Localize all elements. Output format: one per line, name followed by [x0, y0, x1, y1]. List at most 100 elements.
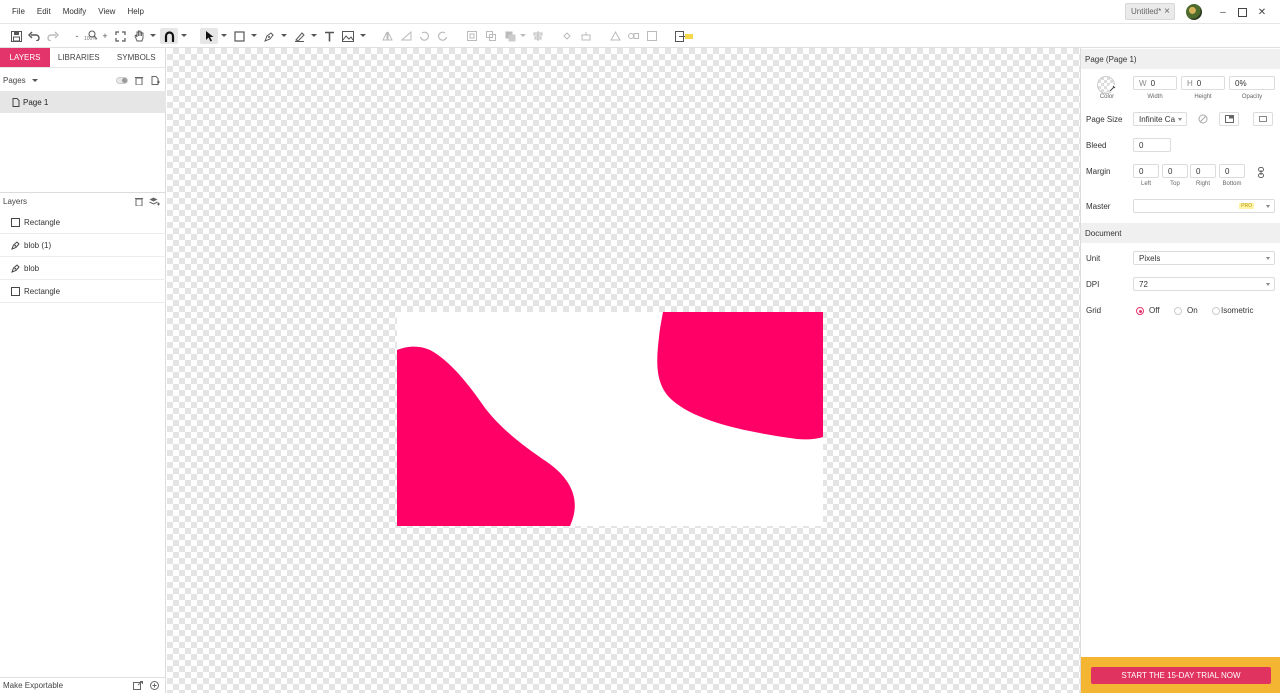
pointer-tool-icon[interactable]	[200, 28, 218, 44]
style-brush-icon[interactable]	[580, 28, 592, 44]
dpi-label: DPI	[1086, 280, 1100, 289]
flip-vertical-icon[interactable]	[400, 28, 412, 44]
snap-magnet-icon[interactable]	[160, 28, 178, 44]
dpi-select[interactable]: 72	[1133, 277, 1275, 291]
shapes-combine-icon[interactable]	[627, 28, 639, 44]
pen-tool-icon[interactable]	[262, 28, 276, 44]
rectangle-tool-icon[interactable]	[232, 28, 246, 44]
start-trial-button[interactable]: START THE 15-DAY TRIAL NOW	[1091, 667, 1271, 684]
page-properties-title: Page (Page 1)	[1085, 54, 1137, 64]
opacity-input[interactable]: 0%	[1229, 76, 1275, 90]
toggle-icon[interactable]	[116, 75, 128, 85]
height-input[interactable]: H 0	[1181, 76, 1225, 90]
hand-tool-icon[interactable]	[132, 28, 146, 44]
portrait-button[interactable]	[1219, 112, 1239, 126]
delete-layer-icon[interactable]	[134, 196, 144, 206]
trial-banner: START THE 15-DAY TRIAL NOW	[1081, 657, 1280, 693]
triangle-shape-icon[interactable]	[609, 28, 621, 44]
layer-row[interactable]: Rectangle	[0, 280, 166, 303]
image-tool-icon[interactable]	[341, 28, 355, 44]
pencil-dropdown-icon[interactable]	[311, 34, 317, 37]
page-size-select[interactable]: Infinite Ca	[1133, 112, 1187, 126]
add-page-icon[interactable]	[150, 75, 160, 85]
undo-icon[interactable]	[27, 28, 41, 44]
eyedropper-icon[interactable]	[1108, 84, 1116, 92]
layer-row[interactable]: blob	[0, 257, 166, 280]
artboard[interactable]	[397, 312, 823, 526]
unit-select[interactable]: Pixels	[1133, 251, 1275, 265]
fit-screen-icon[interactable]	[113, 28, 127, 44]
width-value: 0	[1150, 78, 1156, 88]
close-tab-icon[interactable]: ×	[1164, 6, 1170, 17]
no-size-icon[interactable]	[1197, 113, 1209, 125]
link-margins-icon[interactable]	[1256, 166, 1266, 178]
margin-bottom-input[interactable]: 0	[1219, 164, 1245, 178]
pen-dropdown-icon[interactable]	[281, 34, 287, 37]
crop-icon[interactable]	[646, 28, 658, 44]
tab-layers[interactable]: LAYERS	[0, 48, 50, 67]
width-input[interactable]: W 0	[1133, 76, 1177, 90]
align-icon[interactable]	[532, 28, 544, 44]
add-layer-icon[interactable]	[149, 196, 160, 206]
tab-libraries[interactable]: LIBRARIES	[50, 48, 108, 67]
group-icon[interactable]	[466, 28, 478, 44]
grid-off-radio[interactable]	[1136, 307, 1144, 315]
add-export-icon[interactable]	[149, 680, 159, 690]
color-label: Color	[1099, 94, 1115, 100]
close-window-icon[interactable]: ✕	[1254, 4, 1270, 20]
zoom-plus-icon[interactable]: +	[101, 28, 109, 44]
grid-off-label: Off	[1149, 306, 1160, 315]
pencil-tool-icon[interactable]	[292, 28, 306, 44]
grid-isometric-radio[interactable]	[1212, 307, 1220, 315]
document-tab[interactable]: Untitled* ×	[1125, 3, 1175, 20]
rotate-right-icon[interactable]	[437, 28, 449, 44]
layer-row[interactable]: Rectangle	[0, 211, 166, 234]
image-dropdown-icon[interactable]	[360, 34, 366, 37]
margin-right-input[interactable]: 0	[1190, 164, 1216, 178]
pen-path-icon	[11, 263, 20, 273]
redo-icon[interactable]	[46, 28, 60, 44]
delete-page-icon[interactable]	[134, 75, 144, 85]
menu-edit[interactable]: Edit	[31, 7, 57, 16]
boolean-ops-icon[interactable]	[503, 28, 517, 44]
menu-file[interactable]: File	[0, 7, 31, 16]
tab-symbols[interactable]: SYMBOLS	[108, 48, 166, 67]
pointer-dropdown-icon[interactable]	[221, 34, 227, 37]
export-pro-icon[interactable]	[674, 28, 694, 44]
grid-on-radio[interactable]	[1174, 307, 1182, 315]
text-tool-icon[interactable]	[322, 28, 336, 44]
grid-isometric-label: Isometric	[1221, 306, 1254, 315]
boolean-dropdown-icon[interactable]	[520, 34, 526, 37]
minimize-icon[interactable]: –	[1215, 4, 1231, 20]
menubar: File Edit Modify View Help	[0, 0, 1280, 24]
avatar[interactable]	[1186, 4, 1202, 20]
export-icon[interactable]	[133, 680, 143, 690]
hand-tool-dropdown-icon[interactable]	[150, 34, 156, 37]
flip-horizontal-icon[interactable]	[381, 28, 393, 44]
zoom-out-icon[interactable]: -	[73, 28, 81, 44]
margin-left-input[interactable]: 0	[1133, 164, 1159, 178]
menu-view[interactable]: View	[92, 7, 121, 16]
canvas[interactable]	[167, 48, 1080, 693]
left-panel: LAYERS LIBRARIES SYMBOLS Pages Page 1 La…	[0, 48, 166, 693]
rotate-left-icon[interactable]	[418, 28, 430, 44]
maximize-icon[interactable]	[1234, 4, 1250, 20]
pages-dropdown-icon[interactable]	[31, 78, 38, 82]
layer-row[interactable]: blob (1)	[0, 234, 166, 257]
opacity-label: Opacity	[1241, 94, 1263, 100]
chevron-down-icon	[1266, 257, 1270, 260]
ungroup-icon[interactable]	[485, 28, 497, 44]
master-select[interactable]: PRO	[1133, 199, 1275, 213]
shape-dropdown-icon[interactable]	[251, 34, 257, 37]
menu-help[interactable]: Help	[121, 7, 149, 16]
margin-top-input[interactable]: 0	[1162, 164, 1188, 178]
margin-left-sublabel: Left	[1140, 181, 1151, 187]
bleed-input[interactable]: 0	[1133, 138, 1171, 152]
page-item-page-1[interactable]: Page 1	[0, 91, 166, 113]
landscape-button[interactable]	[1253, 112, 1273, 126]
menu-modify[interactable]: Modify	[57, 7, 93, 16]
paint-bucket-icon[interactable]	[561, 28, 573, 44]
pages-label: Pages	[3, 75, 26, 85]
save-icon[interactable]	[9, 28, 23, 44]
snap-dropdown-icon[interactable]	[181, 34, 187, 37]
